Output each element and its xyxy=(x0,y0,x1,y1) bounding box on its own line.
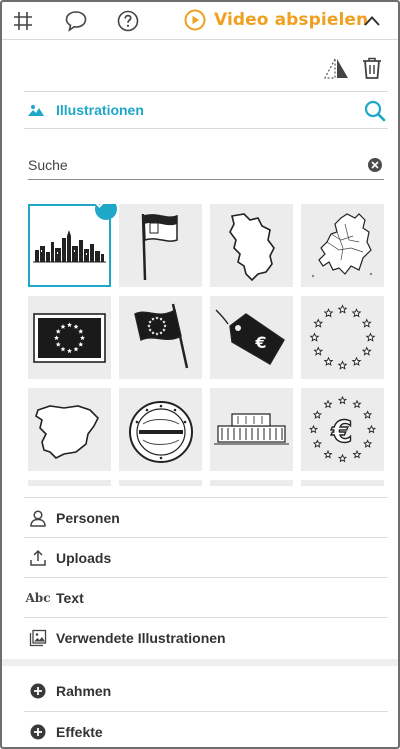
play-video-label: Video abspielen xyxy=(214,10,369,30)
illustration-partial[interactable] xyxy=(119,480,202,486)
image-icon xyxy=(28,103,44,117)
menu-label-effekte: Effekte xyxy=(56,723,103,740)
menu-label-uploads: Uploads xyxy=(56,549,112,566)
illustration-eu-stars-circle[interactable] xyxy=(301,296,384,379)
svg-text:€: € xyxy=(254,333,266,352)
upload-icon xyxy=(28,548,48,568)
grid-icon[interactable] xyxy=(9,7,37,35)
illustration-serbia-flag[interactable] xyxy=(119,204,202,287)
illustrations-header[interactable]: Illustrationen xyxy=(24,91,388,129)
illustration-eu-flag-waving[interactable] xyxy=(119,296,202,379)
illustration-spain-map[interactable] xyxy=(28,388,111,471)
comment-icon[interactable] xyxy=(62,7,90,35)
section-divider xyxy=(2,659,398,666)
search-field xyxy=(28,150,384,180)
person-icon xyxy=(28,508,48,528)
text-abc-icon: Abc xyxy=(25,590,51,605)
menu-label-personen: Personen xyxy=(56,509,120,526)
illustration-partial[interactable] xyxy=(301,480,384,486)
play-video-button[interactable]: Video abspielen xyxy=(184,6,368,34)
illustration-euro-stars[interactable]: € xyxy=(301,388,384,471)
plus-circle-icon xyxy=(28,722,48,742)
illustration-grid: € € xyxy=(28,204,386,486)
menu-item-rahmen[interactable]: Rahmen xyxy=(24,671,388,711)
illustration-building[interactable] xyxy=(210,388,293,471)
chevron-up-icon[interactable] xyxy=(358,7,386,35)
tools-row xyxy=(2,50,398,86)
svg-text:€: € xyxy=(331,415,353,450)
search-icon[interactable] xyxy=(364,100,386,122)
illustration-serbia-map[interactable] xyxy=(210,204,293,287)
illustration-europe-map[interactable] xyxy=(301,204,384,287)
flip-icon[interactable] xyxy=(322,56,350,82)
top-toolbar: Video abspielen xyxy=(2,2,398,40)
help-icon[interactable] xyxy=(114,7,142,35)
search-input[interactable] xyxy=(28,153,348,177)
menu-item-text[interactable]: Abc Text xyxy=(24,577,388,617)
menu-item-effekte[interactable]: Effekte xyxy=(24,711,388,747)
play-icon xyxy=(184,9,206,31)
menu-label-verwendete: Verwendete Illustrationen xyxy=(56,629,226,646)
illustration-skyline[interactable] xyxy=(28,204,117,287)
menu-label-text: Text xyxy=(56,589,84,606)
menu-label-rahmen: Rahmen xyxy=(56,683,112,699)
trash-icon[interactable] xyxy=(360,55,384,81)
illustration-euro-coin[interactable] xyxy=(119,388,202,471)
illustration-partial[interactable] xyxy=(28,480,111,486)
illustrations-title: Illustrationen xyxy=(56,102,144,118)
menu-item-personen[interactable]: Personen xyxy=(24,497,388,537)
clear-search-icon[interactable] xyxy=(368,158,382,172)
gallery-icon xyxy=(28,628,48,648)
illustration-partial[interactable] xyxy=(210,480,293,486)
plus-circle-icon xyxy=(28,681,48,701)
app-panel: Video abspielen Illustrationen Suche € €… xyxy=(0,0,400,749)
illustration-euro-price-tag[interactable]: € xyxy=(210,296,293,379)
menu-item-uploads[interactable]: Uploads xyxy=(24,537,388,577)
selected-check-icon xyxy=(95,204,117,220)
menu-item-verwendete-illustrationen[interactable]: Verwendete Illustrationen xyxy=(24,617,388,657)
illustration-eu-flag[interactable] xyxy=(28,296,111,379)
